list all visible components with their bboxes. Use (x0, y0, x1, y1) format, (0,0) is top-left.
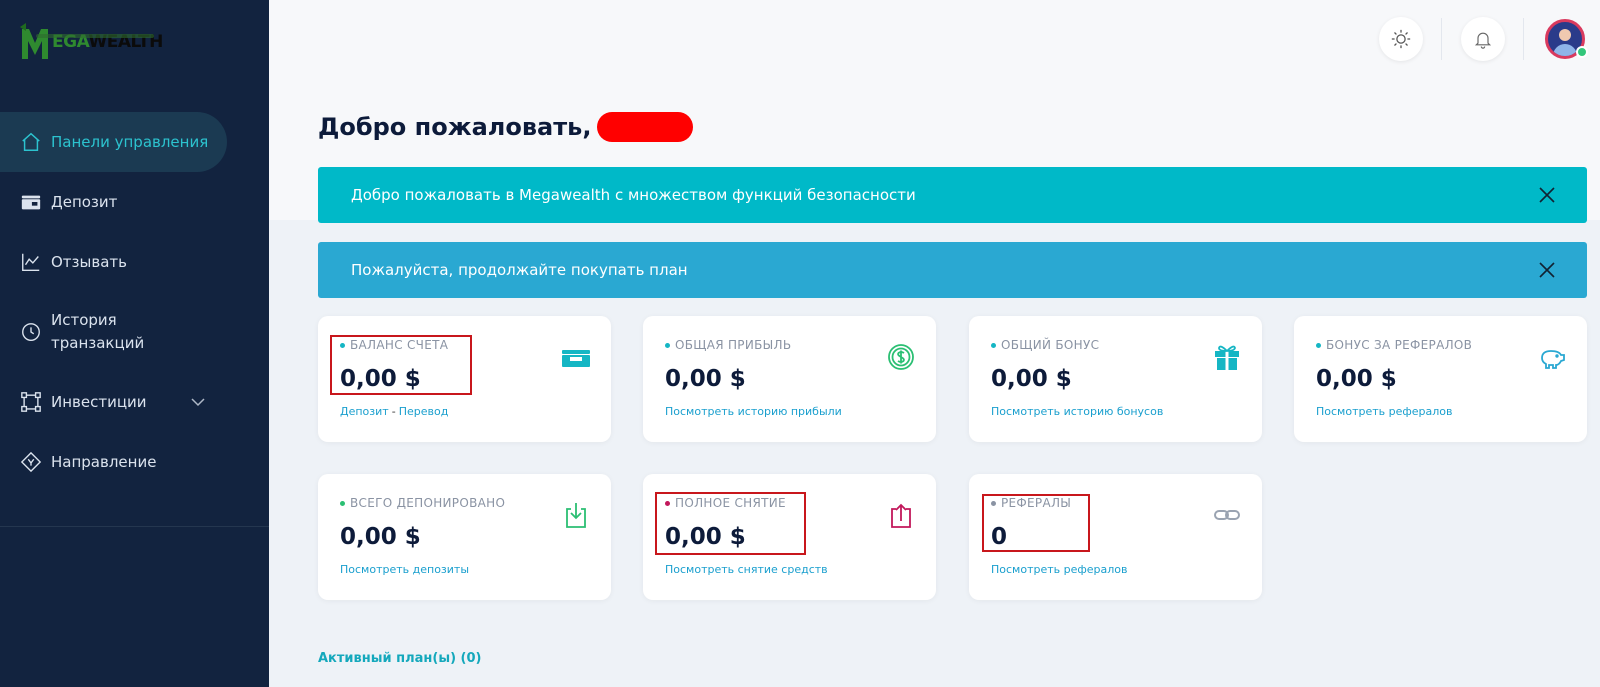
transfer-link[interactable]: Перевод (399, 405, 449, 418)
referrals-link[interactable]: Посмотреть рефералов (991, 563, 1128, 576)
withdrawals-link[interactable]: Посмотреть снятие средств (665, 563, 828, 576)
alert-buy-plan: Пожалуйста, продолжайте покупать план (318, 242, 1587, 298)
card-label: БОНУС ЗА РЕФЕРАЛОВ (1316, 338, 1472, 352)
header-divider (1523, 18, 1524, 60)
card-value: 0,00 $ (665, 366, 746, 392)
status-dot (1316, 342, 1321, 348)
sidebar-item-withdraw[interactable]: Отзывать (0, 232, 269, 292)
status-dot (665, 342, 670, 348)
gift-icon (1215, 345, 1239, 370)
sidebar-item-history[interactable]: История транзакций (0, 292, 269, 372)
sidebar-item-label: Панели управления (51, 133, 209, 151)
alert-text: Пожалуйста, продолжайте покупать план (351, 261, 688, 279)
alert-text: Добро пожаловать в Megawealth с множеств… (351, 186, 916, 204)
card-referral-bonus: БОНУС ЗА РЕФЕРАЛОВ 0,00 $ Посмотреть реф… (1294, 316, 1587, 442)
sidebar: EGAWEALTH Панели управления Депозит Отзы… (0, 0, 269, 687)
close-icon[interactable] (1537, 260, 1557, 280)
nodes-icon (20, 391, 42, 413)
piggy-bank-icon (1541, 350, 1565, 369)
notifications-button[interactable] (1461, 17, 1505, 61)
highlight-box (982, 494, 1090, 552)
status-dot (340, 500, 345, 506)
card-label: ОБЩИЙ БОНУС (991, 338, 1099, 352)
chevron-down-icon[interactable] (190, 394, 206, 410)
logo-m-icon (20, 23, 48, 59)
sidebar-item-deposit[interactable]: Депозит (0, 172, 269, 232)
wallet-icon (562, 350, 590, 367)
sidebar-item-dashboard[interactable]: Панели управления (0, 112, 227, 172)
card-value: 0,00 $ (340, 524, 421, 550)
sidebar-item-label: Направление (51, 453, 157, 471)
referrals-link[interactable]: Посмотреть рефералов (1316, 405, 1453, 418)
deposits-link[interactable]: Посмотреть депозиты (340, 563, 469, 576)
link-icon (1214, 510, 1240, 520)
card-label-text: ВСЕГО ДЕПОНИРОВАНО (350, 496, 506, 510)
card-label-text: БОНУС ЗА РЕФЕРАЛОВ (1326, 338, 1473, 352)
welcome-text: Добро пожаловать, (318, 113, 592, 141)
dollar-circle-icon (888, 344, 914, 370)
deposit-link[interactable]: Депозит (340, 405, 389, 418)
clock-icon (20, 321, 42, 343)
close-icon[interactable] (1537, 185, 1557, 205)
header-divider (1441, 18, 1442, 60)
highlight-box (655, 492, 806, 555)
referral-icon (20, 451, 42, 473)
sidebar-item-label: Инвестиции (51, 393, 147, 411)
sidebar-item-investments[interactable]: Инвестиции (0, 372, 269, 432)
link-separator: - (391, 405, 396, 418)
alert-welcome: Добро пожаловать в Megawealth с множеств… (318, 167, 1587, 223)
status-dot (991, 342, 996, 348)
card-label: ОБЩАЯ ПРИБЫЛЬ (665, 338, 791, 352)
profit-history-link[interactable]: Посмотреть историю прибыли (665, 405, 842, 418)
card-links: Депозит - Перевод (340, 405, 448, 418)
card-value: 0,00 $ (991, 366, 1072, 392)
sun-icon (1391, 29, 1411, 49)
home-icon (20, 131, 42, 153)
sidebar-item-label: История транзакций (51, 309, 144, 355)
card-total-profit: ОБЩАЯ ПРИБЫЛЬ 0,00 $ Посмотреть историю … (643, 316, 936, 442)
page-title: Добро пожаловать, (318, 112, 694, 142)
card-label-text: ОБЩАЯ ПРИБЫЛЬ (675, 338, 792, 352)
sidebar-item-referral[interactable]: Направление (0, 432, 269, 492)
sidebar-item-label: Депозит (51, 193, 118, 211)
redacted-username (597, 112, 694, 142)
card-label: ВСЕГО ДЕПОНИРОВАНО (340, 496, 505, 510)
wallet-icon (20, 191, 42, 213)
sidebar-nav: Панели управления Депозит Отзывать Истор… (0, 112, 269, 492)
sidebar-item-label-line2: транзакций (51, 334, 145, 352)
bell-icon (1474, 32, 1492, 49)
upload-icon (891, 503, 911, 528)
card-value: 0,00 $ (1316, 366, 1397, 392)
sidebar-item-label-line1: История (51, 311, 117, 329)
online-status-indicator (1576, 46, 1588, 58)
card-label-text: ОБЩИЙ БОНУС (1001, 338, 1100, 352)
sidebar-item-label: Отзывать (51, 253, 127, 271)
card-total-bonus: ОБЩИЙ БОНУС 0,00 $ Посмотреть историю бо… (969, 316, 1262, 442)
highlight-box (330, 335, 472, 395)
bonus-history-link[interactable]: Посмотреть историю бонусов (991, 405, 1163, 418)
active-plans-heading[interactable]: Активный план(ы) (0) (318, 651, 481, 666)
sidebar-divider (0, 526, 269, 527)
chart-icon (20, 251, 42, 273)
brand-logo[interactable]: EGAWEALTH (20, 22, 163, 62)
download-icon (566, 503, 586, 528)
card-total-deposited: ВСЕГО ДЕПОНИРОВАНО 0,00 $ Посмотреть деп… (318, 474, 611, 600)
logo-tagline (36, 34, 154, 38)
theme-toggle-button[interactable] (1379, 17, 1423, 61)
